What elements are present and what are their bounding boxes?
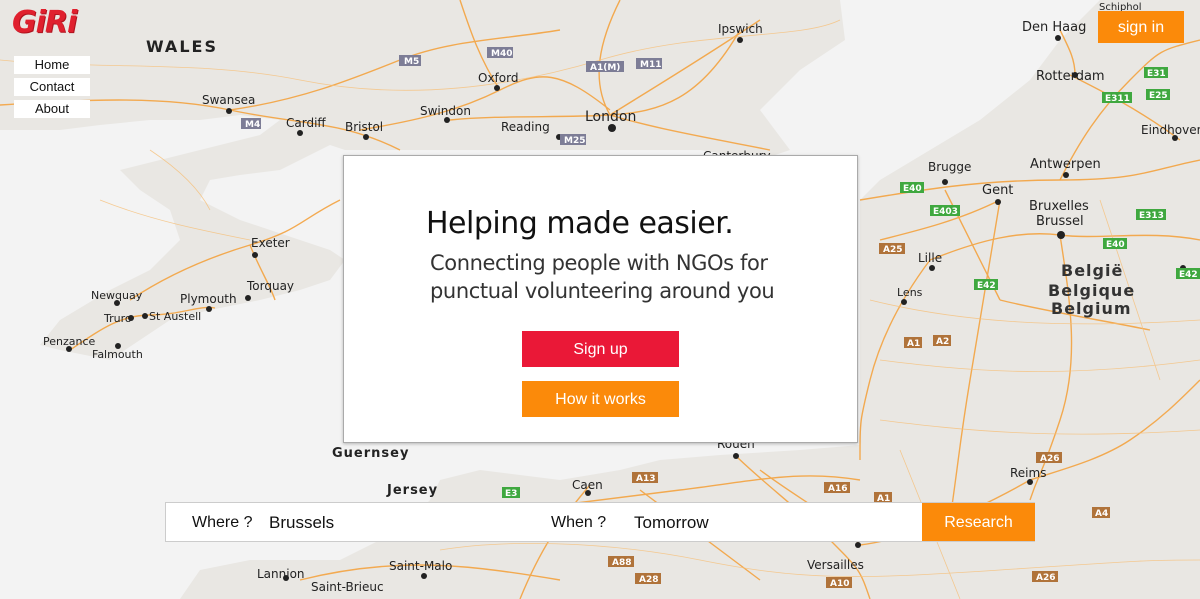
svg-text:Saint-Brieuc: Saint-Brieuc [311, 580, 384, 594]
svg-text:Belgique: Belgique [1048, 281, 1135, 300]
svg-text:België: België [1061, 261, 1123, 280]
svg-text:Ipswich: Ipswich [718, 22, 763, 36]
svg-text:London: London [585, 109, 636, 125]
svg-text:E313: E313 [1139, 211, 1164, 221]
svg-text:Reading: Reading [501, 120, 550, 134]
svg-text:A10: A10 [830, 579, 850, 589]
svg-text:Swindon: Swindon [420, 104, 471, 118]
svg-text:St Austell: St Austell [149, 310, 201, 323]
how-it-works-button[interactable]: How it works [522, 381, 679, 417]
svg-text:Newquay: Newquay [91, 289, 143, 302]
svg-text:Eindhoven: Eindhoven [1141, 123, 1200, 137]
svg-text:Rotterdam: Rotterdam [1036, 69, 1105, 84]
svg-text:A1(M): A1(M) [590, 63, 620, 73]
svg-text:Caen: Caen [572, 478, 603, 492]
svg-text:E25: E25 [1149, 91, 1168, 101]
hero-title: Helping made easier. [426, 206, 734, 241]
svg-text:M4: M4 [245, 120, 260, 130]
svg-text:A13: A13 [636, 474, 656, 484]
when-label: When ? [551, 514, 607, 531]
search-bar: Where ? Brussels When ? Tomorrow Researc… [165, 502, 1035, 542]
svg-text:Cardiff: Cardiff [286, 116, 326, 130]
svg-text:A26: A26 [1036, 573, 1056, 583]
sign-in-button[interactable]: sign in [1098, 11, 1184, 43]
svg-text:Jersey: Jersey [386, 483, 438, 498]
svg-text:A26: A26 [1040, 454, 1060, 464]
svg-text:Lannion: Lannion [257, 567, 305, 581]
svg-text:Gent: Gent [982, 183, 1013, 198]
svg-text:Belgium: Belgium [1051, 299, 1132, 318]
svg-text:Antwerpen: Antwerpen [1030, 157, 1101, 172]
svg-text:E42: E42 [977, 281, 996, 291]
hero-card: Helping made easier. Connecting people w… [343, 155, 858, 443]
svg-text:Brugge: Brugge [928, 160, 971, 174]
svg-text:Bristol: Bristol [345, 120, 383, 134]
svg-text:Plymouth: Plymouth [180, 292, 237, 306]
svg-text:Den Haag: Den Haag [1022, 20, 1086, 35]
svg-text:A1: A1 [907, 339, 920, 349]
svg-text:Reims: Reims [1010, 466, 1046, 480]
svg-text:Bruxelles: Bruxelles [1029, 199, 1089, 214]
svg-text:Torquay: Torquay [246, 279, 294, 293]
svg-text:A4: A4 [1095, 509, 1108, 519]
svg-text:E403: E403 [933, 207, 958, 217]
nav-contact[interactable]: Contact [14, 78, 90, 96]
svg-text:Versailles: Versailles [807, 558, 864, 572]
giri-logo[interactable]: GiRi [12, 8, 77, 38]
svg-text:M11: M11 [640, 60, 661, 70]
svg-text:E40: E40 [1106, 240, 1125, 250]
main-nav: Home Contact About [14, 56, 90, 122]
when-input[interactable]: Tomorrow [634, 513, 709, 533]
where-label: Where ? [192, 514, 253, 531]
svg-text:Saint-Malo: Saint-Malo [389, 559, 452, 573]
svg-text:E31: E31 [1147, 69, 1166, 79]
svg-text:Guernsey: Guernsey [332, 446, 409, 461]
svg-text:Swansea: Swansea [202, 93, 255, 107]
svg-text:Lille: Lille [918, 251, 942, 265]
nav-home[interactable]: Home [14, 56, 90, 74]
research-button[interactable]: Research [922, 503, 1035, 541]
svg-text:Falmouth: Falmouth [92, 348, 143, 361]
svg-text:E42: E42 [1179, 270, 1198, 280]
svg-text:A25: A25 [883, 245, 903, 255]
svg-text:E40: E40 [903, 184, 922, 194]
svg-text:M5: M5 [404, 57, 419, 67]
svg-text:Truro: Truro [103, 312, 132, 325]
svg-text:M25: M25 [564, 136, 585, 146]
svg-text:E3: E3 [505, 489, 517, 499]
svg-text:A88: A88 [612, 558, 632, 568]
nav-about[interactable]: About [14, 100, 90, 118]
where-input[interactable]: Brussels [269, 513, 334, 533]
sign-up-button[interactable]: Sign up [522, 331, 679, 367]
svg-text:Lens: Lens [897, 286, 923, 299]
svg-text:E311: E311 [1105, 94, 1130, 104]
hero-subtitle: Connecting people with NGOs for punctual… [430, 251, 775, 303]
svg-text:Penzance: Penzance [43, 335, 96, 348]
svg-text:Exeter: Exeter [251, 236, 290, 250]
svg-text:A16: A16 [828, 484, 848, 494]
svg-text:M40: M40 [491, 49, 512, 59]
svg-text:A28: A28 [639, 575, 659, 585]
svg-text:Brussel: Brussel [1036, 214, 1084, 229]
svg-text:WALES: WALES [146, 37, 218, 56]
svg-text:A2: A2 [936, 337, 949, 347]
svg-text:Oxford: Oxford [478, 71, 518, 85]
